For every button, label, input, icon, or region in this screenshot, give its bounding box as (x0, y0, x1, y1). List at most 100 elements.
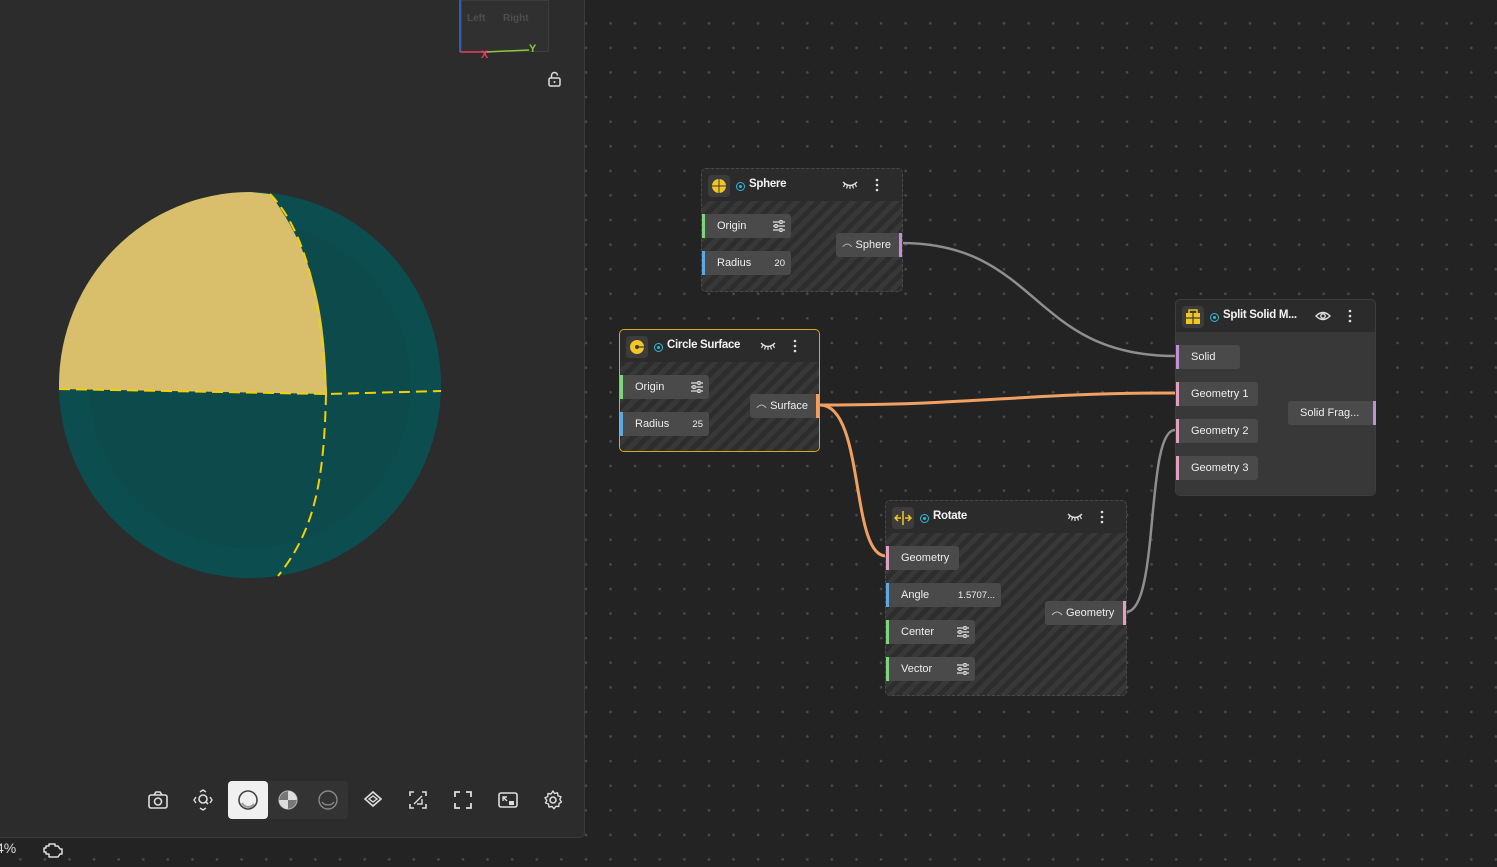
port-label: Vector (901, 663, 933, 675)
port-label: Solid (1191, 351, 1216, 363)
wire-surface-to-rotate (819, 403, 887, 558)
layers-button[interactable] (353, 781, 393, 819)
fullscreen-icon (454, 791, 472, 809)
port-label: Geometry 1 (1191, 388, 1249, 400)
wire-icon (756, 404, 767, 409)
eye-icon[interactable] (1315, 309, 1331, 323)
port-label: Geometry 3 (1191, 462, 1249, 474)
capture-button[interactable] (398, 781, 438, 819)
node-header[interactable]: Split Solid M... (1176, 300, 1375, 332)
input-port-geometry-2[interactable]: Geometry 2 (1176, 419, 1258, 443)
split-solid-icon (1182, 306, 1204, 328)
node-title: Circle Surface (667, 339, 741, 351)
circle-surface-icon (626, 336, 648, 358)
sphere-node[interactable]: Sphere Origin Radius 20 Sphere (701, 168, 903, 292)
more-menu-icon[interactable] (1347, 308, 1353, 324)
input-port-solid[interactable]: Solid (1176, 345, 1240, 369)
more-menu-icon[interactable] (792, 338, 798, 354)
fullscreen-button[interactable] (443, 781, 483, 819)
status-dot-icon (920, 514, 929, 523)
input-port-radius[interactable]: Radius 20 (702, 251, 791, 275)
shading-mode-group (228, 781, 348, 819)
node-title: Sphere (749, 178, 787, 190)
sphere-model[interactable] (0, 0, 584, 837)
more-menu-icon[interactable] (1099, 509, 1105, 525)
port-label: Geometry (1066, 607, 1115, 619)
status-dot-icon (1210, 313, 1219, 322)
input-port-geometry-3[interactable]: Geometry 3 (1176, 456, 1258, 480)
shaded-icon (238, 790, 258, 810)
port-label: Solid Frag... (1300, 407, 1360, 419)
wire-rotate-to-geometry2 (1125, 428, 1176, 614)
settings-button[interactable] (533, 781, 573, 819)
input-port-angle[interactable]: Angle 1.5707... (886, 583, 1001, 607)
sliders-icon[interactable] (956, 625, 970, 639)
wire-sphere-to-solid (900, 241, 1176, 358)
xray-icon (278, 790, 298, 810)
input-port-geometry-1[interactable]: Geometry 1 (1176, 382, 1258, 406)
layers-icon (363, 790, 383, 808)
status-dot-icon (736, 182, 745, 191)
status-percent: 4% (0, 840, 17, 856)
port-value[interactable]: 20 (774, 258, 785, 269)
camera-icon (148, 791, 168, 809)
port-label: Sphere (855, 239, 891, 251)
wire-surface-to-geometry1 (819, 391, 1176, 407)
zoom-fit-button[interactable] (183, 781, 223, 819)
viewport-toolbar (138, 780, 578, 820)
node-title: Rotate (933, 510, 967, 522)
wireframe-mode-button[interactable] (308, 781, 348, 819)
eye-closed-icon[interactable] (842, 178, 858, 192)
node-header[interactable]: Rotate (886, 501, 1126, 533)
port-label: Surface (770, 400, 808, 412)
status-dot-icon (654, 343, 663, 352)
input-port-vector[interactable]: Vector (886, 657, 975, 681)
port-value[interactable]: 1.5707... (958, 590, 995, 601)
node-header[interactable]: Sphere (702, 169, 902, 201)
node-title: Split Solid M... (1223, 309, 1297, 321)
rotate-node[interactable]: Rotate Geometry Angle 1.5707... Center V… (885, 500, 1127, 696)
sliders-icon[interactable] (956, 662, 970, 676)
port-label: Geometry (901, 552, 950, 564)
port-label: Origin (635, 381, 665, 393)
wireframe-icon (318, 790, 338, 810)
input-port-geometry[interactable]: Geometry (886, 546, 959, 570)
port-label: Geometry 2 (1191, 425, 1249, 437)
input-port-radius[interactable]: Radius 25 (620, 412, 709, 436)
port-label: Angle (901, 589, 930, 601)
engine-icon[interactable] (42, 840, 64, 860)
output-port-surface[interactable]: Surface (750, 394, 819, 418)
picture-in-picture-icon (498, 792, 518, 808)
output-port-geometry[interactable]: Geometry (1045, 601, 1126, 625)
wire-icon (842, 243, 852, 248)
more-menu-icon[interactable] (874, 177, 880, 193)
node-header[interactable]: Circle Surface (620, 330, 819, 362)
shaded-mode-button[interactable] (228, 781, 268, 819)
output-port-sphere[interactable]: Sphere (836, 233, 902, 257)
wire-icon (1051, 611, 1063, 616)
split-solid-node[interactable]: Split Solid M... Solid Geometry 1 Geomet… (1175, 299, 1376, 496)
xray-mode-button[interactable] (268, 781, 308, 819)
port-label: Radius (717, 257, 752, 269)
input-port-center[interactable]: Center (886, 620, 975, 644)
sliders-icon[interactable] (772, 219, 786, 233)
port-label: Center (901, 626, 935, 638)
sphere-icon (708, 175, 730, 197)
input-port-origin[interactable]: Origin (702, 214, 791, 238)
viewport-panel[interactable]: Left Right X Y (0, 0, 585, 838)
rotate-icon (892, 507, 914, 529)
eye-closed-icon[interactable] (1067, 510, 1083, 524)
camera-button[interactable] (138, 781, 178, 819)
capture-icon (409, 791, 427, 809)
port-label: Origin (717, 220, 747, 232)
circle-surface-node[interactable]: Circle Surface Origin Radius 25 Surface (619, 329, 820, 452)
port-value[interactable]: 25 (692, 419, 703, 430)
port-label: Radius (635, 418, 670, 430)
eye-closed-icon[interactable] (760, 339, 776, 353)
input-port-origin[interactable]: Origin (620, 375, 709, 399)
picture-in-picture-button[interactable] (488, 781, 528, 819)
sliders-icon[interactable] (690, 380, 704, 394)
output-port-solid-fragments[interactable]: Solid Frag... (1288, 401, 1376, 425)
settings-icon (544, 790, 563, 810)
zoom-fit-icon (193, 789, 213, 811)
